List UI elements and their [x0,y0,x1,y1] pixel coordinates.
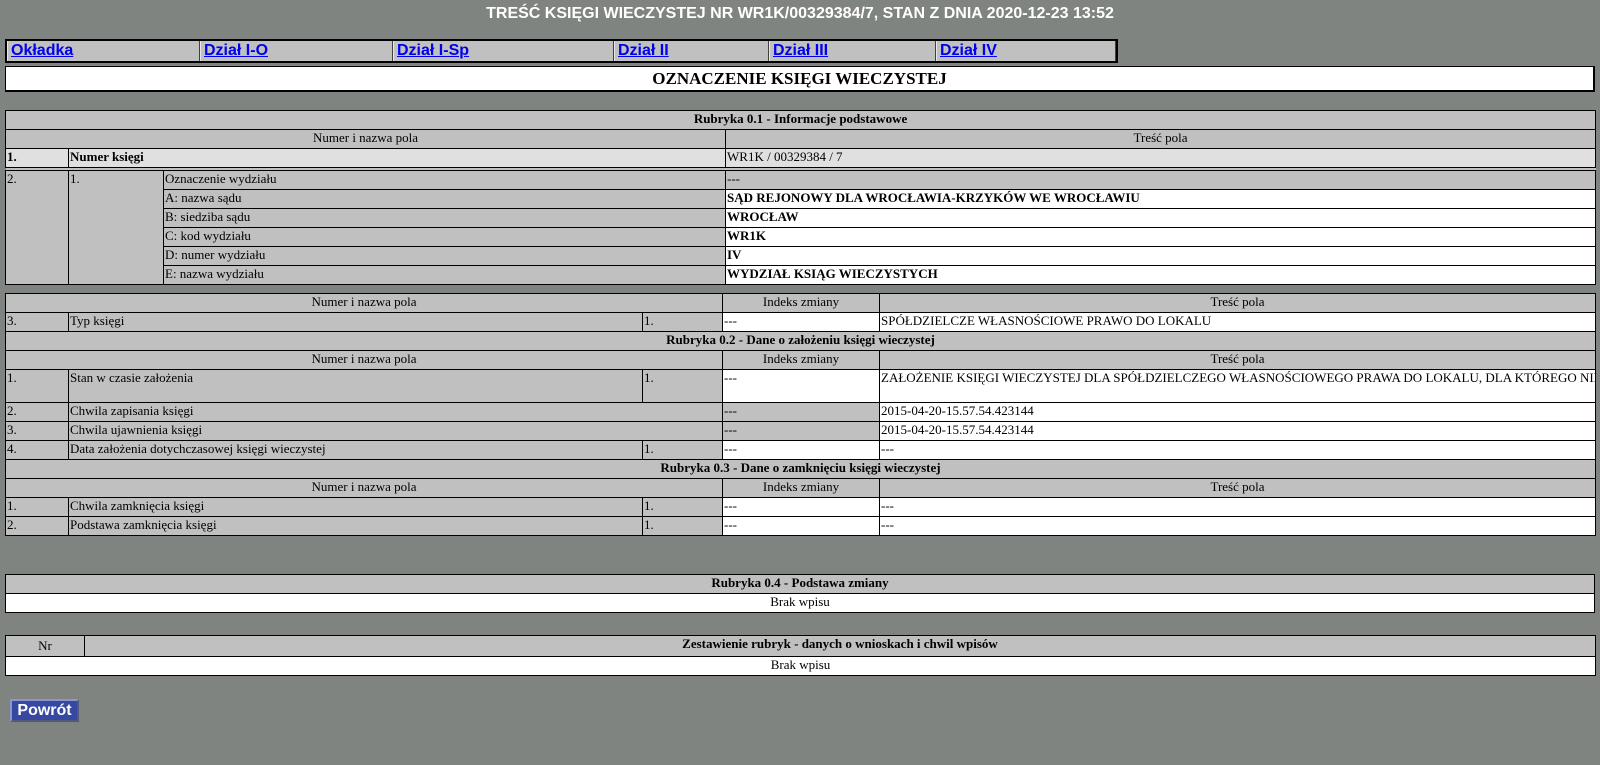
field-index: 1. [642,516,723,536]
section-title: OZNACZENIE KSIĘGI WIECZYSTEJ [5,66,1595,92]
field-value: WR1K [724,227,1597,247]
field-change: --- [722,402,880,422]
tab-okladka[interactable]: Okładka [7,41,200,61]
field-value: --- [879,516,1596,536]
empty-entry: Brak wpisu [5,656,1596,676]
tab-okladka-link[interactable]: Okładka [11,42,73,59]
tab-dzial-i-o[interactable]: Dział I-O [200,41,393,61]
page-title: TREŚĆ KSIĘGI WIECZYSTEJ NR WR1K/00329384… [486,5,1114,22]
tab-dzial-iii-link[interactable]: Dział III [773,42,828,59]
tab-dzial-i-sp-link[interactable]: Dział I-Sp [397,42,469,59]
col-header-index: Indeks zmiany [722,478,880,498]
col-header-content: Treść pola [879,478,1596,498]
field-change: --- [722,369,880,403]
tab-dzial-ii[interactable]: Dział II [614,41,769,61]
summary-title: Zestawienie rubryk - danych o wnioskach … [84,635,1596,657]
field-value: SĄD REJONOWY DLA WROCŁAWIA-KRZYKÓW WE WR… [724,189,1597,209]
tab-dzial-iii[interactable]: Dział III [769,41,936,61]
row-number: 2. [5,170,69,285]
col-header-index: Indeks zmiany [722,350,880,370]
col-header-name: Numer i nazwa pola [5,293,723,313]
tab-dzial-iv[interactable]: Dział IV [936,41,1116,61]
field-label: Stan w czasie założenia [68,369,643,403]
row-number: 2. [5,402,69,422]
field-value: WYDZIAŁ KSIĄG WIECZYSTYCH [724,265,1597,285]
col-header-content: Treść pola [724,129,1597,149]
field-value: --- [879,440,1596,460]
field-index: 1. [642,369,723,403]
rubryka-0-4-table: Rubryka 0.4 - Podstawa zmiany Brak wpisu [5,574,1595,613]
row-number: 2. [5,516,69,536]
field-value: IV [724,246,1597,266]
col-header-index: Indeks zmiany [722,293,880,313]
row-number: 1. [5,369,69,403]
tab-dzial-iv-link[interactable]: Dział IV [940,42,997,59]
col-header-name: Numer i nazwa pola [5,350,723,370]
col-header-name: Numer i nazwa pola [5,129,726,149]
field-value-numer-ksiegi: WR1K / 00329384 / 7 [724,148,1597,168]
row-number: 1. [5,497,69,517]
rubryka-0-2-title: Rubryka 0.2 - Dane o założeniu księgi wi… [5,331,1596,351]
empty-entry: Brak wpisu [5,593,1595,613]
field-change: --- [722,421,880,441]
field-change: --- [722,440,880,460]
row-subnumber: 1. [68,170,164,285]
field-label: C: kod wydziału [163,227,726,247]
field-label-typ-ksiegi: Typ księgi [68,312,643,332]
field-index: 1. [642,312,723,332]
summary-table: Nr Zestawienie rubryk - danych o wnioska… [5,635,1596,676]
field-label: Chwila ujawnienia księgi [68,421,723,441]
col-header-name: Numer i nazwa pola [5,478,723,498]
field-label: A: nazwa sądu [163,189,726,209]
field-change: --- [722,516,880,536]
field-label-numer-ksiegi: Numer księgi [68,148,726,168]
field-value: 2015-04-20-15.57.54.423144 [879,402,1596,422]
field-label: Chwila zapisania księgi [68,402,723,422]
back-button[interactable]: Powrót [10,699,79,722]
field-label: B: siedziba sądu [163,208,726,228]
field-change: --- [722,312,880,332]
tab-dzial-i-sp[interactable]: Dział I-Sp [393,41,614,61]
tab-bar: Okładka Dział I-O Dział I-Sp Dział II Dz… [5,39,1118,63]
tab-dzial-ii-link[interactable]: Dział II [618,42,669,59]
rubryka-0-2-0-3-table: Numer i nazwa pola Indeks zmiany Treść p… [5,293,1596,536]
field-value: ZAŁOŻENIE KSIĘGI WIECZYSTEJ DLA SPÓŁDZIE… [879,369,1596,403]
col-header-nr: Nr [5,635,85,657]
field-value-typ-ksiegi: SPÓŁDZIELCZE WŁASNOŚCIOWE PRAWO DO LOKAL… [879,312,1596,332]
tab-dzial-i-o-link[interactable]: Dział I-O [204,42,268,59]
field-label: Data założenia dotychczasowej księgi wie… [68,440,643,460]
row-number: 3. [5,421,69,441]
field-index: 1. [642,497,723,517]
field-index: 1. [642,440,723,460]
col-header-content: Treść pola [879,293,1596,313]
field-value: --- [724,170,1597,190]
field-value: WROCŁAW [724,208,1597,228]
rubryka-0-3-title: Rubryka 0.3 - Dane o zamknięciu księgi w… [5,459,1596,479]
rubryka-0-1-table: Rubryka 0.1 - Informacje podstawowe Nume… [4,110,1597,285]
col-header-content: Treść pola [879,350,1596,370]
field-label: E: nazwa wydziału [163,265,726,285]
row-number: 1. [5,148,69,168]
rubryka-0-4-title: Rubryka 0.4 - Podstawa zmiany [5,574,1595,594]
row-number: 3. [5,312,69,332]
field-value: 2015-04-20-15.57.54.423144 [879,421,1596,441]
field-label: D: numer wydziału [163,246,726,266]
field-label: Podstawa zamknięcia księgi [68,516,643,536]
field-value: --- [879,497,1596,517]
row-number: 4. [5,440,69,460]
field-label: Chwila zamknięcia księgi [68,497,643,517]
field-label: Oznaczenie wydziału [163,170,726,190]
field-change: --- [722,497,880,517]
rubryka-0-1-title: Rubryka 0.1 - Informacje podstawowe [4,110,1597,130]
